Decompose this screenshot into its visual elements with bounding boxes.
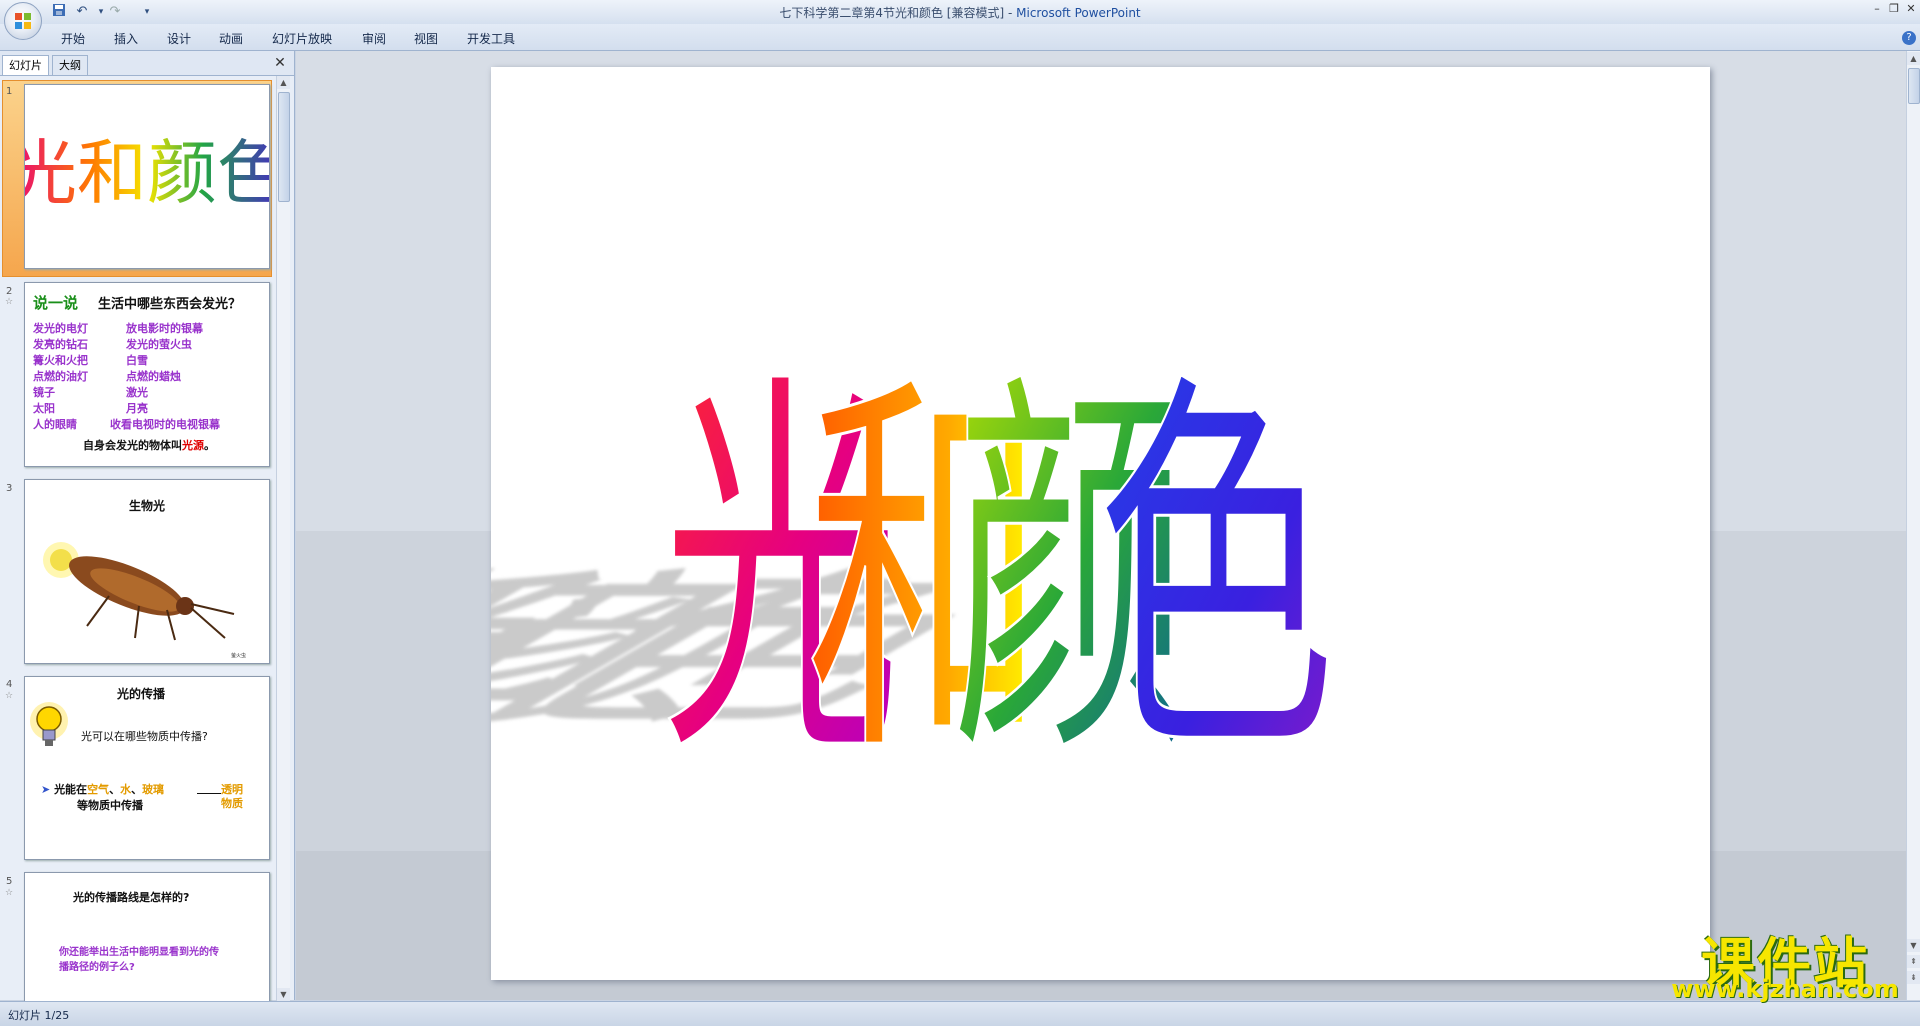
thumb-right-list: 放电影时的银幕 发光的萤火虫 白雪 点燃的蜡烛 激光 月亮 收看电视时的电视银幕 (110, 322, 220, 431)
tab-insert[interactable]: 插入 (114, 30, 138, 47)
thumb-side-label: 透明 物质 (221, 783, 243, 810)
thumb-conclusion: 自身会发光的物体叫光源。 (83, 439, 215, 452)
thumb-question: 光可以在哪些物质中传播? (81, 730, 208, 743)
thumb-left-list: 发光的电灯 发亮的钻石 篝火和火把 点燃的油灯 镜子 太阳 人的眼睛 (33, 322, 88, 431)
slide-thumbnail-4[interactable]: 光的传播 光可以在哪些物质中传播? ➤ 光能在空气、水、玻璃 等物质中传播 透明… (24, 676, 270, 860)
slide-title-wordart: 光 和 颜 色 光 和 颜 色 (491, 340, 1337, 808)
slide-number: 5 (6, 876, 13, 887)
blank-line (197, 793, 221, 794)
tab-design[interactable]: 设计 (167, 30, 191, 47)
slide-number: 2 (6, 286, 13, 297)
thumb-title-art: 光和颜色 (25, 132, 269, 214)
slide-indicator: 幻灯片 1/25 (8, 1009, 70, 1022)
slide-thumbnail-3[interactable]: 生物光 萤火虫 (24, 479, 270, 664)
thumb-heading: 说一说 (33, 294, 79, 312)
tab-developer[interactable]: 开发工具 (467, 30, 515, 47)
scroll-up-icon[interactable]: ▲ (277, 76, 290, 89)
minimize-icon[interactable]: – (1868, 2, 1886, 16)
thumb-question: 生活中哪些东西会发光？ (98, 297, 242, 312)
slide-number: 1 (6, 86, 13, 97)
thumb-title: 光的传播路线是怎样的? (73, 891, 190, 904)
slide-thumbnail-5[interactable]: 光的传播路线是怎样的? 你还能举出生活中能明显看到光的传 播路径的例子么? (24, 872, 270, 1004)
close-icon[interactable]: ✕ (1902, 2, 1920, 16)
panel-scrollbar-thumb[interactable] (278, 92, 290, 202)
thumb-line1: ➤ 光能在空气、水、玻璃 (41, 783, 165, 796)
tab-home[interactable]: 开始 (61, 30, 85, 47)
window-title: 七下科学第二章第4节光和颜色 [兼容模式] - Microsoft PowerP… (779, 6, 1141, 20)
lightbulb-icon (30, 702, 68, 746)
restore-icon[interactable]: ❐ (1885, 2, 1903, 16)
tab-slideshow[interactable]: 幻灯片放映 (272, 30, 332, 47)
watermark-logo: 课件站 www.kjzhan.com (1671, 932, 1899, 1003)
tab-review[interactable]: 审阅 (362, 30, 386, 47)
thumb-body: 你还能举出生活中能明显看到光的传 播路径的例子么? (59, 947, 219, 973)
editor-scrollbar-thumb[interactable] (1908, 68, 1920, 104)
editor-scrollbar[interactable] (1906, 51, 1920, 1000)
current-slide[interactable]: 光 和 颜 色 光 和 颜 色 (491, 67, 1710, 980)
thumb-caption: 萤火虫 (231, 653, 247, 659)
next-slide-icon[interactable]: ⇟ (1907, 971, 1920, 984)
scroll-up-icon[interactable]: ▲ (1907, 52, 1920, 65)
title-char-4: 色 (1096, 341, 1336, 807)
tab-outline[interactable]: 大纲 (52, 55, 88, 75)
office-button[interactable] (4, 2, 42, 40)
tab-animations[interactable]: 动画 (219, 30, 243, 47)
tab-slides[interactable]: 幻灯片 (2, 55, 49, 75)
animation-star-icon: ☆ (5, 888, 14, 898)
scroll-down-icon[interactable]: ▼ (1907, 939, 1920, 952)
slide-number: 3 (6, 483, 13, 494)
animation-star-icon: ☆ (5, 691, 14, 701)
slide-number: 4 (6, 679, 13, 690)
panel-scrollbar[interactable] (276, 76, 290, 1001)
help-icon[interactable]: ? (1902, 31, 1916, 45)
thumb-title-text: 光和颜色 (25, 132, 269, 214)
status-bar (0, 1001, 1920, 1026)
animation-star-icon: ☆ (5, 297, 14, 307)
thumb-line2: 等物质中传播 (77, 799, 143, 812)
scroll-down-icon[interactable]: ▼ (277, 988, 290, 1001)
tab-view[interactable]: 视图 (414, 30, 438, 47)
close-icon[interactable]: ✕ (272, 55, 288, 71)
thumb-title: 生物光 (128, 499, 165, 513)
previous-slide-icon[interactable]: ⇞ (1907, 955, 1920, 968)
slide-thumbnail-1[interactable]: 光和颜色 (24, 84, 270, 269)
slide-thumbnail-2[interactable]: 说一说 生活中哪些东西会发光？ 发光的电灯 发亮的钻石 篝火和火把 点燃的油灯 … (24, 282, 270, 467)
firefly-image (43, 542, 235, 641)
office-logo-icon (15, 13, 31, 29)
